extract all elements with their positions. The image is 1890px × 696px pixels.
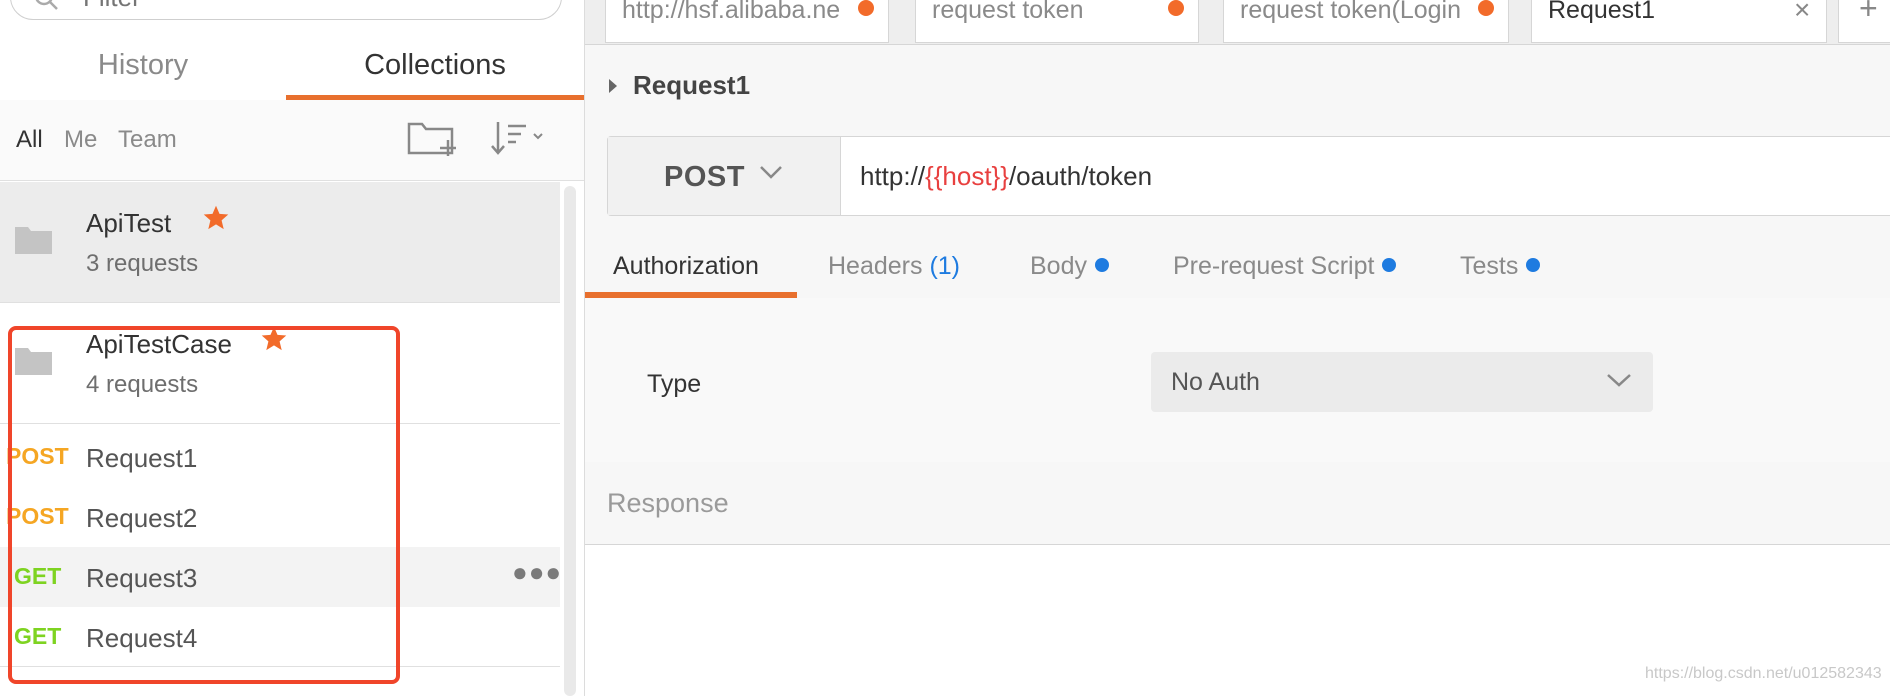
sidebar: History Collections All Me Team ApiTest … [0, 0, 585, 696]
unsaved-dot-icon [1168, 0, 1184, 16]
collection-filter-row: All Me Team [0, 100, 584, 181]
url-bar: POST http://{{host}}/oauth/token [607, 136, 1890, 216]
collection-request-count: 3 requests [86, 250, 199, 277]
tab-prerequest-script[interactable]: Pre-request Script [1173, 252, 1397, 281]
request-tab-label: request token [932, 0, 1084, 24]
request-tab-label: http://hsf.alibaba.ne [622, 0, 841, 24]
tab-tests-label: Tests [1460, 252, 1519, 280]
url-variable: {{host}} [925, 161, 1009, 191]
unsaved-dot-icon [1478, 0, 1494, 16]
url-input[interactable]: http://{{host}}/oauth/token [860, 161, 1152, 192]
tab-body[interactable]: Body [1030, 252, 1109, 281]
url-prefix: http:// [860, 161, 926, 191]
method-value: POST [664, 161, 745, 193]
request-tab[interactable]: request token(Login [1223, 0, 1509, 43]
folder-icon [14, 224, 54, 261]
caret-right-icon [609, 79, 617, 93]
star-icon[interactable] [202, 204, 230, 237]
request-pane: http://hsf.alibaba.ne request token requ… [585, 0, 1890, 696]
url-suffix: /oauth/token [1008, 161, 1153, 191]
auth-type-label: Type [647, 370, 702, 398]
filter-team[interactable]: Team [118, 126, 177, 154]
tab-collections-label: Collections [364, 49, 506, 81]
request-tab-active[interactable]: Request1 × [1531, 0, 1827, 43]
auth-type-select[interactable]: No Auth [1151, 352, 1653, 412]
tab-tests[interactable]: Tests [1460, 252, 1541, 281]
new-tab-button[interactable]: + [1838, 0, 1890, 43]
request-tab-label: request token(Login [1240, 0, 1461, 24]
sidebar-scrollbar[interactable] [564, 186, 576, 696]
tab-history[interactable]: History [0, 40, 286, 100]
close-icon[interactable]: × [1794, 0, 1810, 26]
watermark: https://blog.csdn.net/u012582343 [1645, 665, 1882, 682]
new-collection-icon[interactable] [406, 118, 460, 163]
request-tabs: http://hsf.alibaba.ne request token requ… [585, 0, 1890, 45]
tab-collections[interactable]: Collections [286, 40, 584, 101]
request-title: Request1 [633, 70, 751, 100]
collection-item[interactable]: ApiTest 3 requests [0, 182, 560, 303]
sidebar-tabs: History Collections [0, 40, 584, 101]
unsaved-dot-icon [858, 0, 874, 16]
indicator-dot-icon [1094, 258, 1109, 273]
request-tab-label: Request1 [1548, 0, 1656, 24]
tab-headers[interactable]: Headers (1) [828, 252, 960, 281]
auth-type-value: No Auth [1171, 368, 1260, 396]
tab-headers-label: Headers [828, 252, 923, 280]
request-tab[interactable]: request token [915, 0, 1199, 43]
request-sub-tabs: Authorization Headers (1) Body Pre-reque… [585, 236, 1890, 299]
indicator-dot-icon [1382, 258, 1397, 273]
response-body: https://blog.csdn.net/u012582343 [585, 545, 1890, 696]
response-header[interactable]: Response [585, 462, 1890, 545]
request-tab[interactable]: http://hsf.alibaba.ne [605, 0, 889, 43]
tab-authorization[interactable]: Authorization [613, 252, 759, 281]
filter-me[interactable]: Me [64, 126, 97, 154]
sort-icon[interactable] [490, 120, 550, 161]
chevron-down-icon [1605, 370, 1633, 395]
authorization-panel: Type No Auth [585, 298, 1890, 463]
search-icon [33, 0, 59, 16]
response-label: Response [607, 488, 729, 518]
collection-name: ApiTest [86, 208, 172, 238]
method-select[interactable]: POST [608, 137, 841, 215]
tab-body-label: Body [1030, 252, 1087, 280]
indicator-dot-icon [1526, 258, 1541, 273]
chevron-down-icon [758, 163, 784, 186]
headers-count: (1) [929, 252, 961, 280]
highlight-annotation [8, 326, 400, 684]
filter-field[interactable] [10, 0, 562, 20]
more-options-icon[interactable]: ●●● [512, 557, 562, 588]
plus-icon: + [1859, 0, 1878, 26]
tab-prerequest-label: Pre-request Script [1173, 252, 1375, 280]
filter-all[interactable]: All [16, 126, 43, 154]
filter-input[interactable] [81, 0, 485, 11]
